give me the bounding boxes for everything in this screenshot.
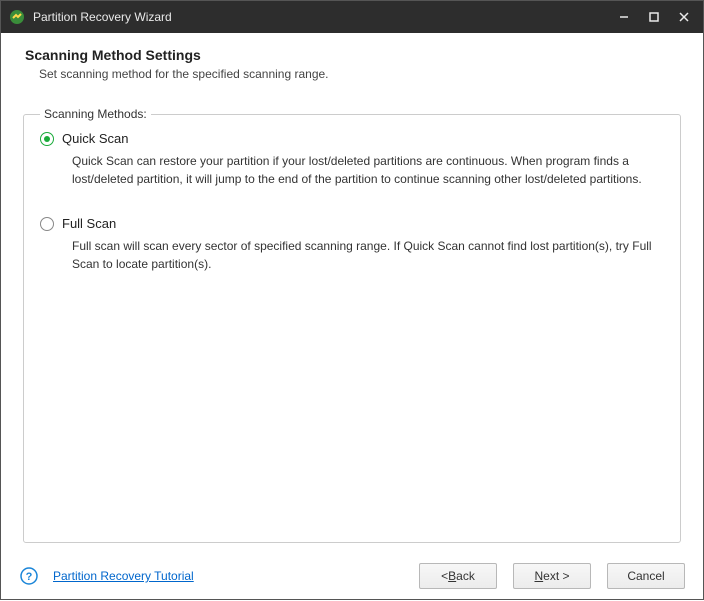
help-icon[interactable]: ? <box>19 566 39 586</box>
tutorial-link[interactable]: Partition Recovery Tutorial <box>53 569 194 583</box>
window-title: Partition Recovery Wizard <box>33 10 609 24</box>
close-button[interactable] <box>669 1 699 33</box>
back-button[interactable]: < Back <box>419 563 497 589</box>
svg-text:?: ? <box>26 571 33 583</box>
quick-scan-description: Quick Scan can restore your partition if… <box>72 152 664 188</box>
option-full-scan: Full Scan Full scan will scan every sect… <box>40 216 664 273</box>
group-legend: Scanning Methods: <box>40 107 151 121</box>
quick-scan-label[interactable]: Quick Scan <box>62 131 128 146</box>
full-scan-radio[interactable] <box>40 217 54 231</box>
app-icon <box>9 9 25 25</box>
option-quick-scan: Quick Scan Quick Scan can restore your p… <box>40 131 664 188</box>
full-scan-label[interactable]: Full Scan <box>62 216 116 231</box>
maximize-button[interactable] <box>639 1 669 33</box>
content-area: Scanning Method Settings Set scanning me… <box>1 33 703 601</box>
quick-scan-radio[interactable] <box>40 132 54 146</box>
scanning-methods-group: Scanning Methods: Quick Scan Quick Scan … <box>23 107 681 543</box>
page-title: Scanning Method Settings <box>25 47 679 63</box>
cancel-button[interactable]: Cancel <box>607 563 685 589</box>
page-subtitle: Set scanning method for the specified sc… <box>25 67 679 81</box>
minimize-button[interactable] <box>609 1 639 33</box>
wizard-header: Scanning Method Settings Set scanning me… <box>1 33 703 99</box>
wizard-footer: ? Partition Recovery Tutorial < Back Nex… <box>1 551 703 601</box>
full-scan-description: Full scan will scan every sector of spec… <box>72 237 664 273</box>
title-bar: Partition Recovery Wizard <box>1 1 703 33</box>
next-button[interactable]: Next > <box>513 563 591 589</box>
